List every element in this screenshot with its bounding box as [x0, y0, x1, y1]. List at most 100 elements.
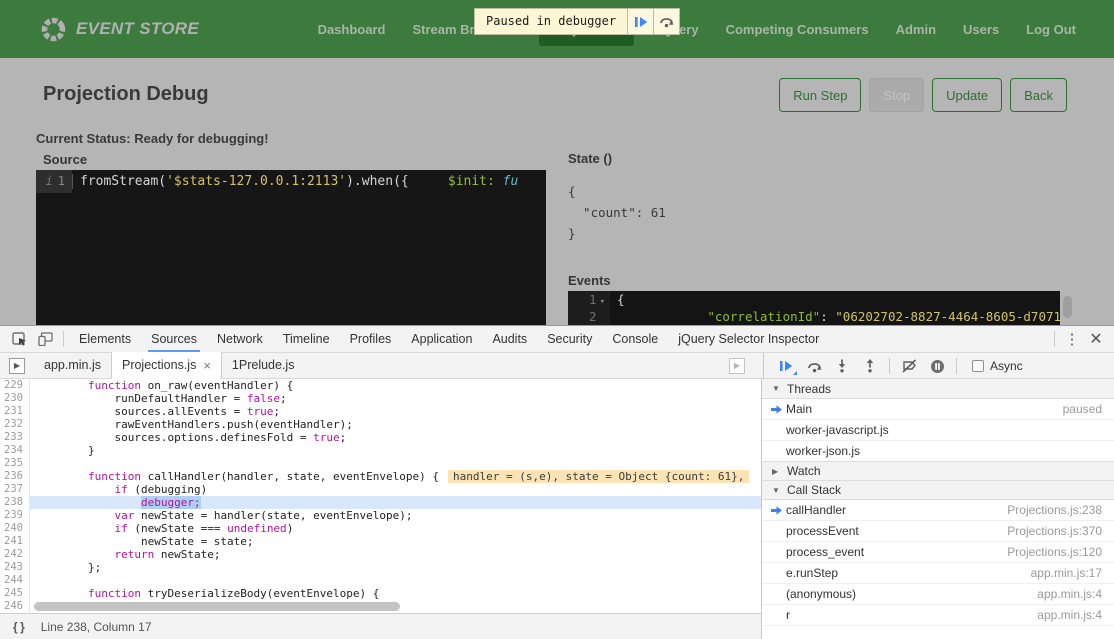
current-status: Current Status: Ready for debugging!: [36, 131, 269, 146]
call-stack-frame-r[interactable]: rapp.min.js:4: [762, 605, 1114, 626]
tab-network[interactable]: Network: [207, 326, 273, 352]
code-line-235[interactable]: 235: [0, 457, 761, 470]
code-line-232[interactable]: 232 rawEventHandlers.push(eventHandler);: [0, 418, 761, 431]
line-number[interactable]: 229: [0, 379, 30, 392]
line-number[interactable]: 242: [0, 548, 30, 561]
line-number[interactable]: 244: [0, 574, 30, 587]
events-gutter-2[interactable]: 2▾: [568, 308, 610, 325]
step-out-button[interactable]: [856, 354, 884, 378]
code-line-243[interactable]: 243 };: [0, 561, 761, 574]
source-editor[interactable]: i1 fromStream('$stats-127.0.0.1:2113').w…: [36, 170, 546, 325]
call-stack-frame-processevent[interactable]: processEventProjections.js:370: [762, 521, 1114, 542]
line-number[interactable]: 241: [0, 535, 30, 548]
line-number[interactable]: 245: [0, 587, 30, 600]
code-line-246[interactable]: 246: [0, 600, 761, 613]
update-button[interactable]: Update: [932, 78, 1002, 112]
nav-item-log-out[interactable]: Log Out: [1026, 22, 1076, 37]
nav-item-admin[interactable]: Admin: [896, 22, 936, 37]
close-icon[interactable]: ×: [203, 353, 211, 378]
watch-section-header[interactable]: ▶Watch: [762, 461, 1114, 481]
async-label: Async: [990, 359, 1023, 373]
deactivate-breakpoints-button[interactable]: [895, 354, 923, 378]
code-line-245[interactable]: 245 function tryDeserializeBody(eventEnv…: [0, 587, 761, 600]
tab-profiles[interactable]: Profiles: [340, 326, 402, 352]
tab-sources[interactable]: Sources: [141, 326, 207, 352]
resume-button[interactable]: [628, 8, 654, 35]
code-line-233[interactable]: 233 sources.options.definesFold = true;: [0, 431, 761, 444]
step-over-button[interactable]: [800, 354, 828, 378]
file-tab-app-min-js[interactable]: app.min.js: [34, 353, 111, 379]
line-number[interactable]: 232: [0, 418, 30, 431]
code-line-241[interactable]: 241 newState = state;: [0, 535, 761, 548]
thread-row-main[interactable]: Mainpaused: [762, 399, 1114, 420]
tab-jquery-selector-inspector[interactable]: jQuery Selector Inspector: [668, 326, 829, 352]
line-number[interactable]: 243: [0, 561, 30, 574]
line-number[interactable]: 238: [0, 496, 30, 509]
events-scrollbar-thumb[interactable]: [1063, 296, 1072, 318]
pretty-print-braces-icon[interactable]: { }: [13, 620, 25, 634]
horizontal-scrollbar-thumb[interactable]: [34, 602, 400, 611]
line-number[interactable]: 231: [0, 405, 30, 418]
events-editor[interactable]: 1▾ { 2▾ "correlationId": "06202702-8827-…: [568, 291, 1060, 325]
run-step-button[interactable]: Run Step: [779, 78, 861, 112]
code-line-240[interactable]: 240 if (newState === undefined): [0, 522, 761, 535]
events-gutter-1[interactable]: 1▾: [568, 291, 610, 308]
call-stack-frame-process-event[interactable]: process_eventProjections.js:120: [762, 542, 1114, 563]
code-line-229[interactable]: 229 function on_raw(eventHandler) {: [0, 379, 761, 392]
call-stack-frame-anonymous[interactable]: (anonymous)app.min.js:4: [762, 584, 1114, 605]
call-stack-frame-e-runstep[interactable]: e.runStepapp.min.js:17: [762, 563, 1114, 584]
code-line-237[interactable]: 237 if (debugging): [0, 483, 761, 496]
resume-icon: [779, 360, 793, 372]
code-line-230[interactable]: 230 runDefaultHandler = false;: [0, 392, 761, 405]
line-number[interactable]: 236: [0, 470, 30, 483]
code-line-238[interactable]: 238 debugger;: [0, 496, 761, 509]
async-checkbox[interactable]: [972, 360, 984, 372]
event-store-logo[interactable]: EVENT STORE: [40, 16, 199, 43]
code-line-239[interactable]: 239 var newState = handler(state, eventE…: [0, 509, 761, 522]
tab-application[interactable]: Application: [401, 326, 482, 352]
line-number[interactable]: 237: [0, 483, 30, 496]
call-stack-frame-callhandler[interactable]: callHandlerProjections.js:238: [762, 500, 1114, 521]
pretty-print-icon[interactable]: ▶: [729, 358, 745, 374]
thread-row-worker-javascript-js[interactable]: worker-javascript.js: [762, 420, 1114, 441]
step-over-button[interactable]: [654, 8, 680, 35]
inspect-element-button[interactable]: [6, 327, 32, 351]
call-stack-section-header[interactable]: ▼Call Stack: [762, 480, 1114, 500]
file-tab-projections-js[interactable]: Projections.js×: [111, 352, 222, 379]
line-number[interactable]: 233: [0, 431, 30, 444]
line-number[interactable]: 235: [0, 457, 30, 470]
pause-on-exceptions-button[interactable]: [923, 354, 951, 378]
close-icon[interactable]: ✕: [1084, 329, 1108, 349]
tab-audits[interactable]: Audits: [482, 326, 537, 352]
tab-console[interactable]: Console: [602, 326, 668, 352]
code-line-231[interactable]: 231 sources.allEvents = true;: [0, 405, 761, 418]
nav-item-users[interactable]: Users: [963, 22, 999, 37]
fold-arrow-icon[interactable]: ▾: [600, 297, 605, 307]
line-number[interactable]: 234: [0, 444, 30, 457]
nav-item-competing-consumers[interactable]: Competing Consumers: [726, 22, 869, 37]
thread-row-worker-json-js[interactable]: worker-json.js: [762, 441, 1114, 462]
kebab-menu-icon[interactable]: ⋮: [1060, 330, 1084, 348]
code-line-242[interactable]: 242 return newState;: [0, 548, 761, 561]
line-number[interactable]: 246: [0, 600, 30, 613]
step-into-button[interactable]: [828, 354, 856, 378]
navigator-toggle-icon[interactable]: ▶: [9, 358, 25, 374]
tab-security[interactable]: Security: [537, 326, 602, 352]
back-button[interactable]: Back: [1010, 78, 1067, 112]
line-number[interactable]: 239: [0, 509, 30, 522]
line-number[interactable]: 230: [0, 392, 30, 405]
tab-timeline[interactable]: Timeline: [273, 326, 340, 352]
line-number[interactable]: 240: [0, 522, 30, 535]
code-line-244[interactable]: 244: [0, 574, 761, 587]
code-line-236[interactable]: 236 function callHandler(handler, state,…: [0, 470, 761, 483]
resume-button[interactable]: [772, 354, 800, 378]
file-tabs: app.min.jsProjections.js×1Prelude.js: [34, 353, 304, 379]
file-tab-1prelude-js[interactable]: 1Prelude.js: [222, 353, 305, 379]
nav-item-dashboard[interactable]: Dashboard: [318, 22, 386, 37]
source-gutter[interactable]: i1: [36, 170, 72, 193]
code-line-234[interactable]: 234 }: [0, 444, 761, 457]
tab-elements[interactable]: Elements: [69, 326, 141, 352]
device-toolbar-button[interactable]: [32, 327, 58, 351]
threads-section-header[interactable]: ▼Threads: [762, 379, 1114, 399]
thread-status: paused: [1063, 402, 1114, 416]
